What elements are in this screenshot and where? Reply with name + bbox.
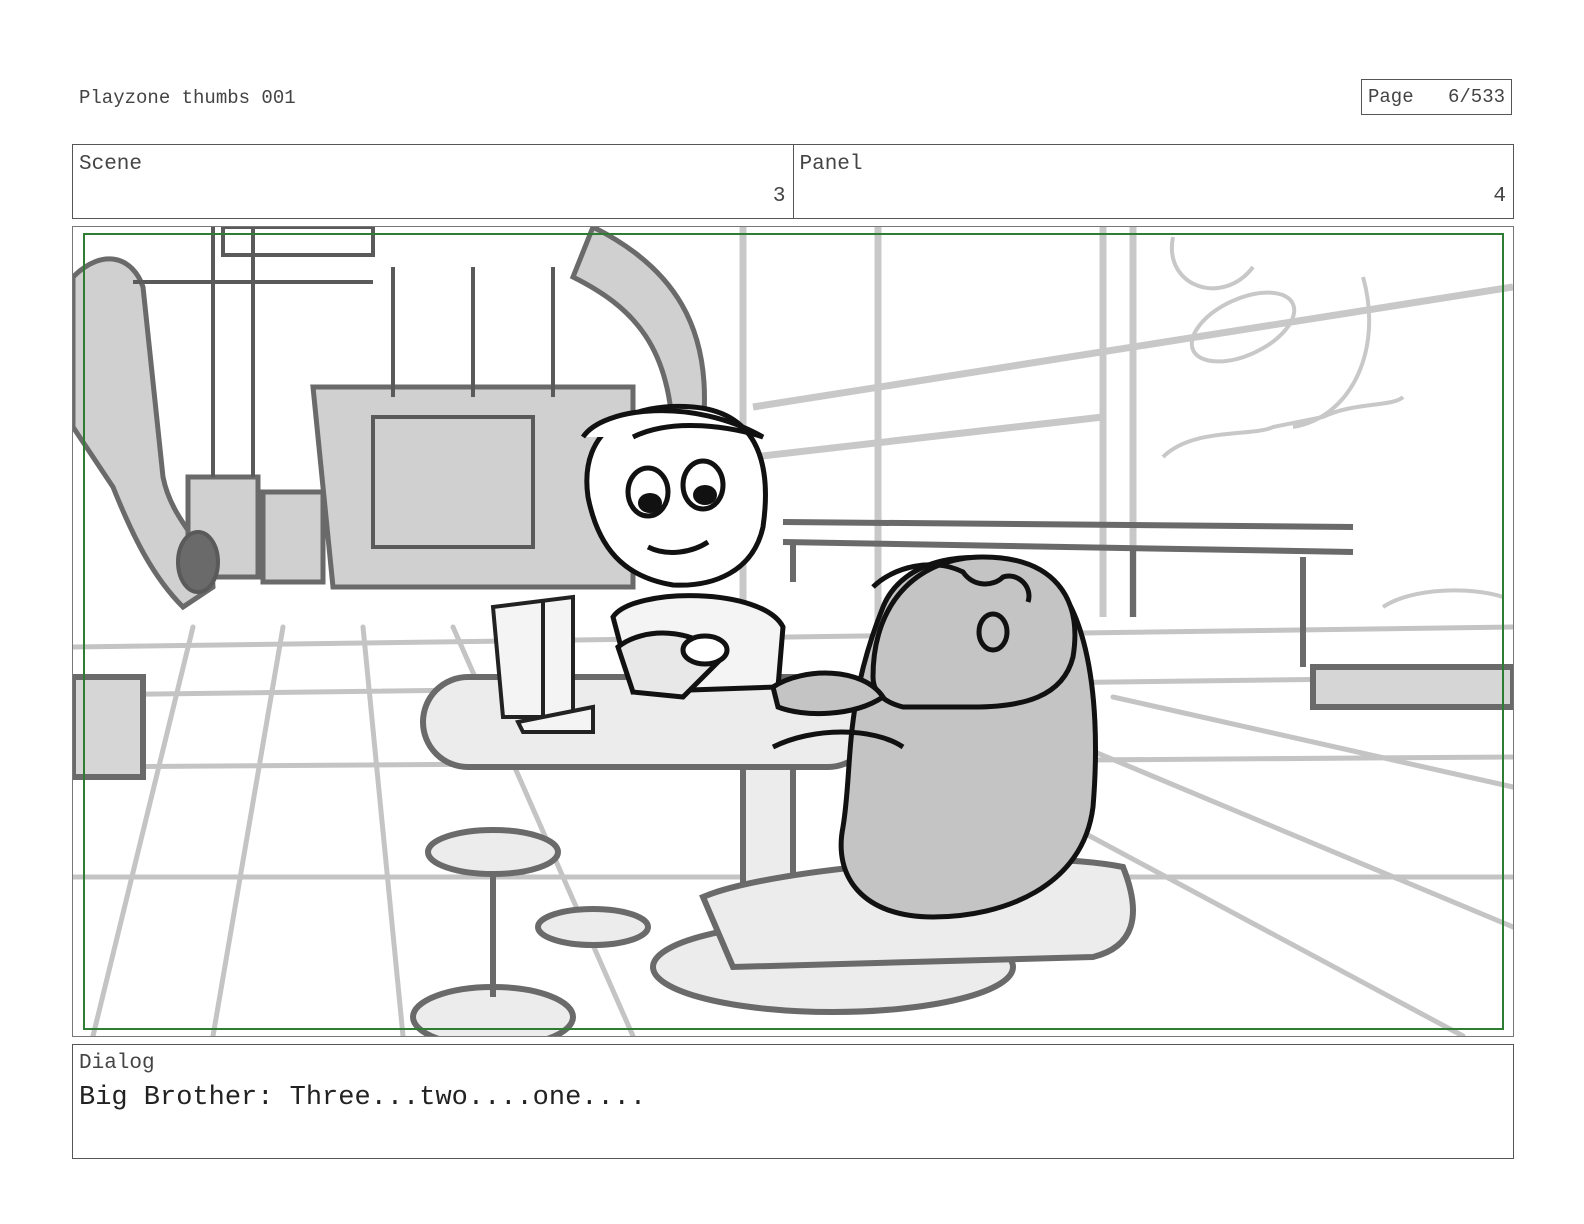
- panel-cell: Panel 4: [792, 145, 1514, 218]
- dialog-box: Dialog Big Brother: Three...two....one..…: [72, 1044, 1514, 1159]
- storyboard-sketch: [73, 227, 1513, 1036]
- dialog-text: Big Brother: Three...two....one....: [79, 1083, 647, 1113]
- scene-cell: Scene 3: [73, 145, 793, 218]
- dialog-label: Dialog: [79, 1052, 155, 1075]
- scene-number: 3: [772, 185, 786, 208]
- big-brother-sketch: [580, 403, 786, 700]
- document-title: Playzone thumbs 001: [79, 87, 296, 109]
- page-number: 6/533: [1447, 86, 1505, 108]
- page-label: Page: [1368, 86, 1414, 108]
- window-frame: [739, 227, 1513, 647]
- storyboard-frame: [72, 226, 1514, 1037]
- panel-label: Panel: [799, 153, 863, 176]
- paper-bag-sketch: [490, 594, 595, 734]
- panel-number: 4: [1493, 185, 1506, 208]
- scene-panel-header: Scene 3 Panel 4: [72, 144, 1514, 219]
- scene-label: Scene: [79, 153, 143, 176]
- page-indicator: Page 6/533: [1361, 79, 1512, 115]
